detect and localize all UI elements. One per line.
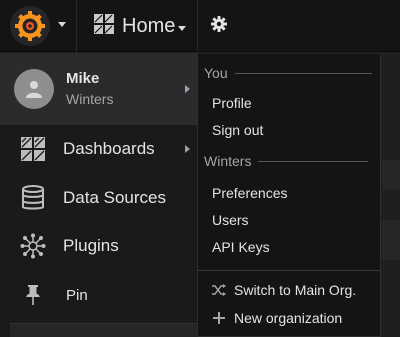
gear-icon — [211, 15, 227, 37]
sidebar-item-pin[interactable]: Pin — [0, 271, 197, 319]
dashboard-picker-button[interactable]: Home — [78, 0, 198, 52]
plus-icon — [212, 312, 226, 324]
users-link[interactable]: Users — [212, 211, 249, 229]
dashboards-grid-icon — [94, 13, 114, 39]
sidebar-item-label: Plugins — [63, 236, 119, 255]
switch-org-link[interactable]: Switch to Main Org. — [212, 282, 356, 298]
background-panel — [382, 220, 400, 260]
avatar — [14, 69, 54, 109]
sign-out-link[interactable]: Sign out — [212, 121, 263, 139]
grafana-menu-button[interactable] — [0, 0, 77, 52]
plugins-icon — [18, 231, 48, 261]
side-menu: Mike Winters Dashboards Data Sources Plu… — [0, 53, 197, 337]
chevron-right-icon — [185, 85, 190, 93]
caret-down-icon — [58, 22, 66, 27]
new-organization-label: New organization — [234, 310, 343, 326]
user-org-name: Winters — [66, 91, 114, 107]
profile-link[interactable]: Profile — [212, 94, 252, 112]
sidebar-item-dashboards[interactable]: Dashboards — [0, 125, 197, 173]
background-panel — [382, 160, 400, 190]
shuffle-icon — [212, 284, 226, 296]
dropdown-divider — [198, 270, 380, 271]
sidebar-item-label: Pin — [66, 286, 88, 304]
sidebar-item-label: Dashboards — [63, 139, 155, 158]
user-menu-item[interactable]: Mike Winters — [0, 53, 197, 125]
sidebar-item-label: Data Sources — [63, 188, 166, 207]
settings-button[interactable] — [199, 0, 239, 52]
preferences-link[interactable]: Preferences — [212, 184, 287, 202]
caret-down-icon — [178, 26, 186, 31]
pin-icon — [18, 280, 48, 310]
new-organization-link[interactable]: New organization — [212, 310, 342, 326]
dashboard-title: Home — [122, 14, 176, 37]
side-menu-bottom-panel — [10, 323, 197, 337]
top-navbar: Home — [0, 0, 400, 52]
sidebar-item-plugins[interactable]: Plugins — [0, 222, 197, 270]
switch-org-label: Switch to Main Org. — [234, 282, 357, 298]
dashboards-icon — [18, 134, 48, 164]
api-keys-link[interactable]: API Keys — [212, 238, 270, 256]
dropdown-section-header: You — [204, 64, 372, 82]
database-icon — [18, 183, 48, 213]
user-dropdown-menu: You Profile Sign out Winters Preferences… — [197, 54, 381, 337]
dropdown-section-header: Winters — [204, 152, 369, 170]
chevron-right-icon — [185, 145, 190, 153]
sidebar-item-data-sources[interactable]: Data Sources — [0, 174, 197, 222]
user-name: Mike — [66, 70, 100, 87]
grafana-logo-icon — [10, 6, 50, 46]
